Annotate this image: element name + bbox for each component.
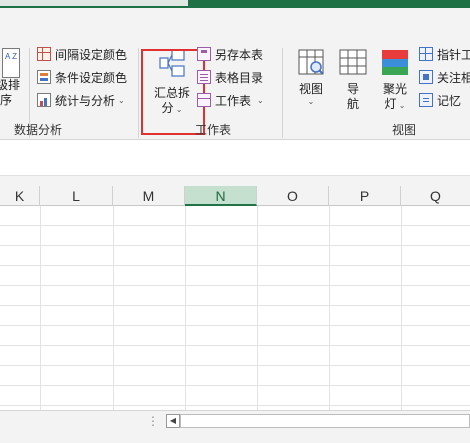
column-header-o[interactable]: O: [257, 186, 329, 206]
sort-label-line2: 序: [0, 93, 12, 107]
sort-button[interactable]: A Z 级排 序: [0, 48, 22, 108]
worksheet-menu-label: 工作表: [215, 93, 252, 108]
interval-color-icon: [37, 47, 51, 61]
grid-column-line: [113, 206, 114, 410]
group-separator: [282, 48, 283, 138]
sort-az-icon: A Z: [2, 48, 20, 78]
group-label-worksheet: 工作表: [195, 123, 232, 137]
grid-column-line: [257, 206, 258, 410]
column-header-p[interactable]: P: [329, 186, 401, 206]
grid-column-line: [185, 206, 186, 410]
pointer-tool-button[interactable]: 指针工: [419, 44, 470, 64]
group-label-data-analysis: 数据分析: [14, 123, 63, 137]
scroll-left-icon: ◀: [169, 416, 177, 425]
group-label-view: 视图: [392, 123, 417, 137]
group-separator: [138, 48, 139, 138]
focus-related-label: 关注相: [437, 70, 470, 85]
chevron-down-icon: ⌄: [257, 95, 264, 105]
navigation-label-line1: 导: [346, 82, 359, 96]
worksheet-menu-button[interactable]: 工作表 ⌄: [197, 90, 264, 110]
view-icon: [298, 49, 324, 75]
save-as-sheet-button[interactable]: 另存本表: [197, 44, 263, 64]
scroll-left-arrow-button[interactable]: ◀: [166, 414, 180, 428]
pointer-tool-icon: [419, 47, 433, 61]
view-label: 视图: [298, 82, 323, 96]
worksheet-icon: [197, 93, 211, 107]
sort-label-line1: 级排: [0, 78, 20, 92]
interval-color-label: 间隔设定颜色: [55, 47, 128, 62]
save-sheet-icon: [197, 47, 211, 61]
memory-button[interactable]: 记忆: [419, 90, 461, 110]
sheet-directory-icon: [197, 70, 211, 84]
spotlight-icon: [382, 50, 408, 75]
column-header-m[interactable]: M: [113, 186, 185, 206]
cond-color-label: 条件设定颜色: [55, 70, 128, 85]
chevron-down-icon: ⌄: [396, 101, 406, 110]
focus-related-button[interactable]: 关注相: [419, 67, 470, 87]
column-header-l[interactable]: L: [40, 186, 113, 206]
stats-icon: [37, 93, 51, 107]
ribbon: A Z 级排 序 间隔设定颜色 条件设定颜色 统计与分析 ⌄ 数据分析 汇总拆 …: [0, 8, 470, 140]
column-headers: K L M N O P Q: [0, 186, 470, 206]
navigation-button[interactable]: 导 航: [337, 48, 369, 112]
navigation-grid-icon: [339, 49, 367, 75]
save-as-label: 另存本表: [215, 47, 264, 62]
horizontal-scrollbar[interactable]: [180, 414, 470, 428]
column-header-n[interactable]: N: [185, 186, 257, 206]
header-gap: [0, 176, 470, 186]
title-bar-strip: [0, 0, 470, 8]
spotlight-button[interactable]: 聚光 灯 ⌄: [377, 48, 413, 113]
spotlight-label-line2: 灯: [384, 97, 397, 111]
cond-color-icon: [37, 70, 51, 84]
formula-bar[interactable]: [0, 146, 470, 176]
chevron-down-icon: ⌄: [118, 95, 125, 105]
sheet-directory-button[interactable]: 表格目录: [197, 67, 263, 87]
cond-color-button[interactable]: 条件设定颜色: [37, 67, 127, 87]
navigation-label-line2: 航: [346, 97, 359, 111]
grid-column-line: [40, 206, 41, 410]
sheet-directory-label: 表格目录: [215, 70, 264, 85]
chevron-down-icon: ⌄: [307, 97, 315, 106]
grid-column-line: [329, 206, 330, 410]
spotlight-label-line1: 聚光: [382, 82, 407, 96]
memory-label: 记忆: [437, 93, 462, 108]
active-tab-indicator: [0, 0, 188, 6]
memory-icon: [419, 93, 433, 107]
grid-column-line: [401, 206, 402, 410]
stats-label: 统计与分析: [55, 93, 116, 108]
focus-related-icon: [419, 70, 433, 84]
view-button[interactable]: 视图 ⌄: [293, 48, 329, 106]
column-header-q[interactable]: Q: [401, 186, 470, 206]
cell-grid[interactable]: [0, 206, 470, 410]
spotlight-label-line2-wrap: 灯 ⌄: [385, 97, 406, 113]
column-header-k[interactable]: K: [0, 186, 40, 206]
interval-color-button[interactable]: 间隔设定颜色: [37, 44, 127, 64]
stats-analysis-button[interactable]: 统计与分析 ⌄: [37, 90, 125, 110]
scroll-splitter-handle[interactable]: ⋮: [147, 414, 159, 428]
pointer-tool-label: 指针工: [437, 47, 470, 62]
